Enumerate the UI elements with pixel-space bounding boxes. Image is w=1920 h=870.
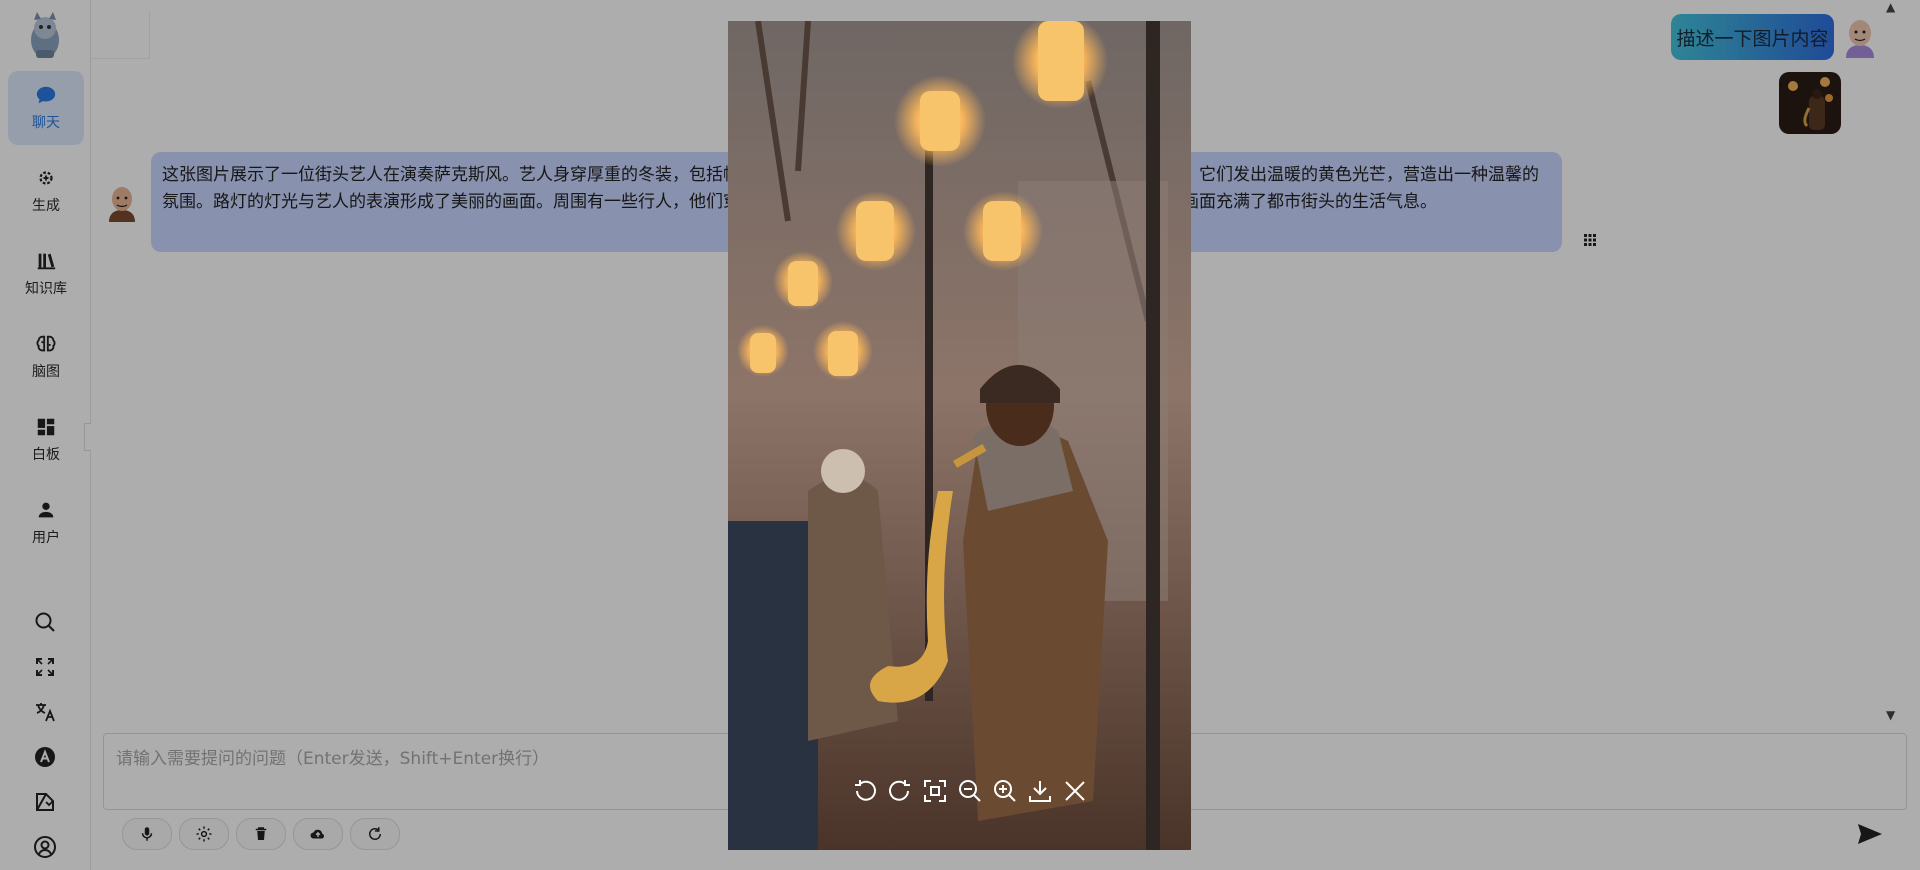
download-icon[interactable] bbox=[1026, 776, 1055, 806]
rotate-right-icon[interactable] bbox=[885, 776, 914, 806]
rotate-left-icon[interactable] bbox=[850, 776, 879, 806]
close-icon[interactable] bbox=[1061, 776, 1090, 806]
image-preview[interactable] bbox=[728, 21, 1191, 850]
zoom-in-icon[interactable] bbox=[991, 776, 1020, 806]
zoom-out-icon[interactable] bbox=[955, 776, 984, 806]
preview-image-street-saxophonist bbox=[728, 21, 1191, 850]
preview-toolbar bbox=[850, 776, 1090, 806]
fit-screen-icon[interactable] bbox=[920, 776, 949, 806]
